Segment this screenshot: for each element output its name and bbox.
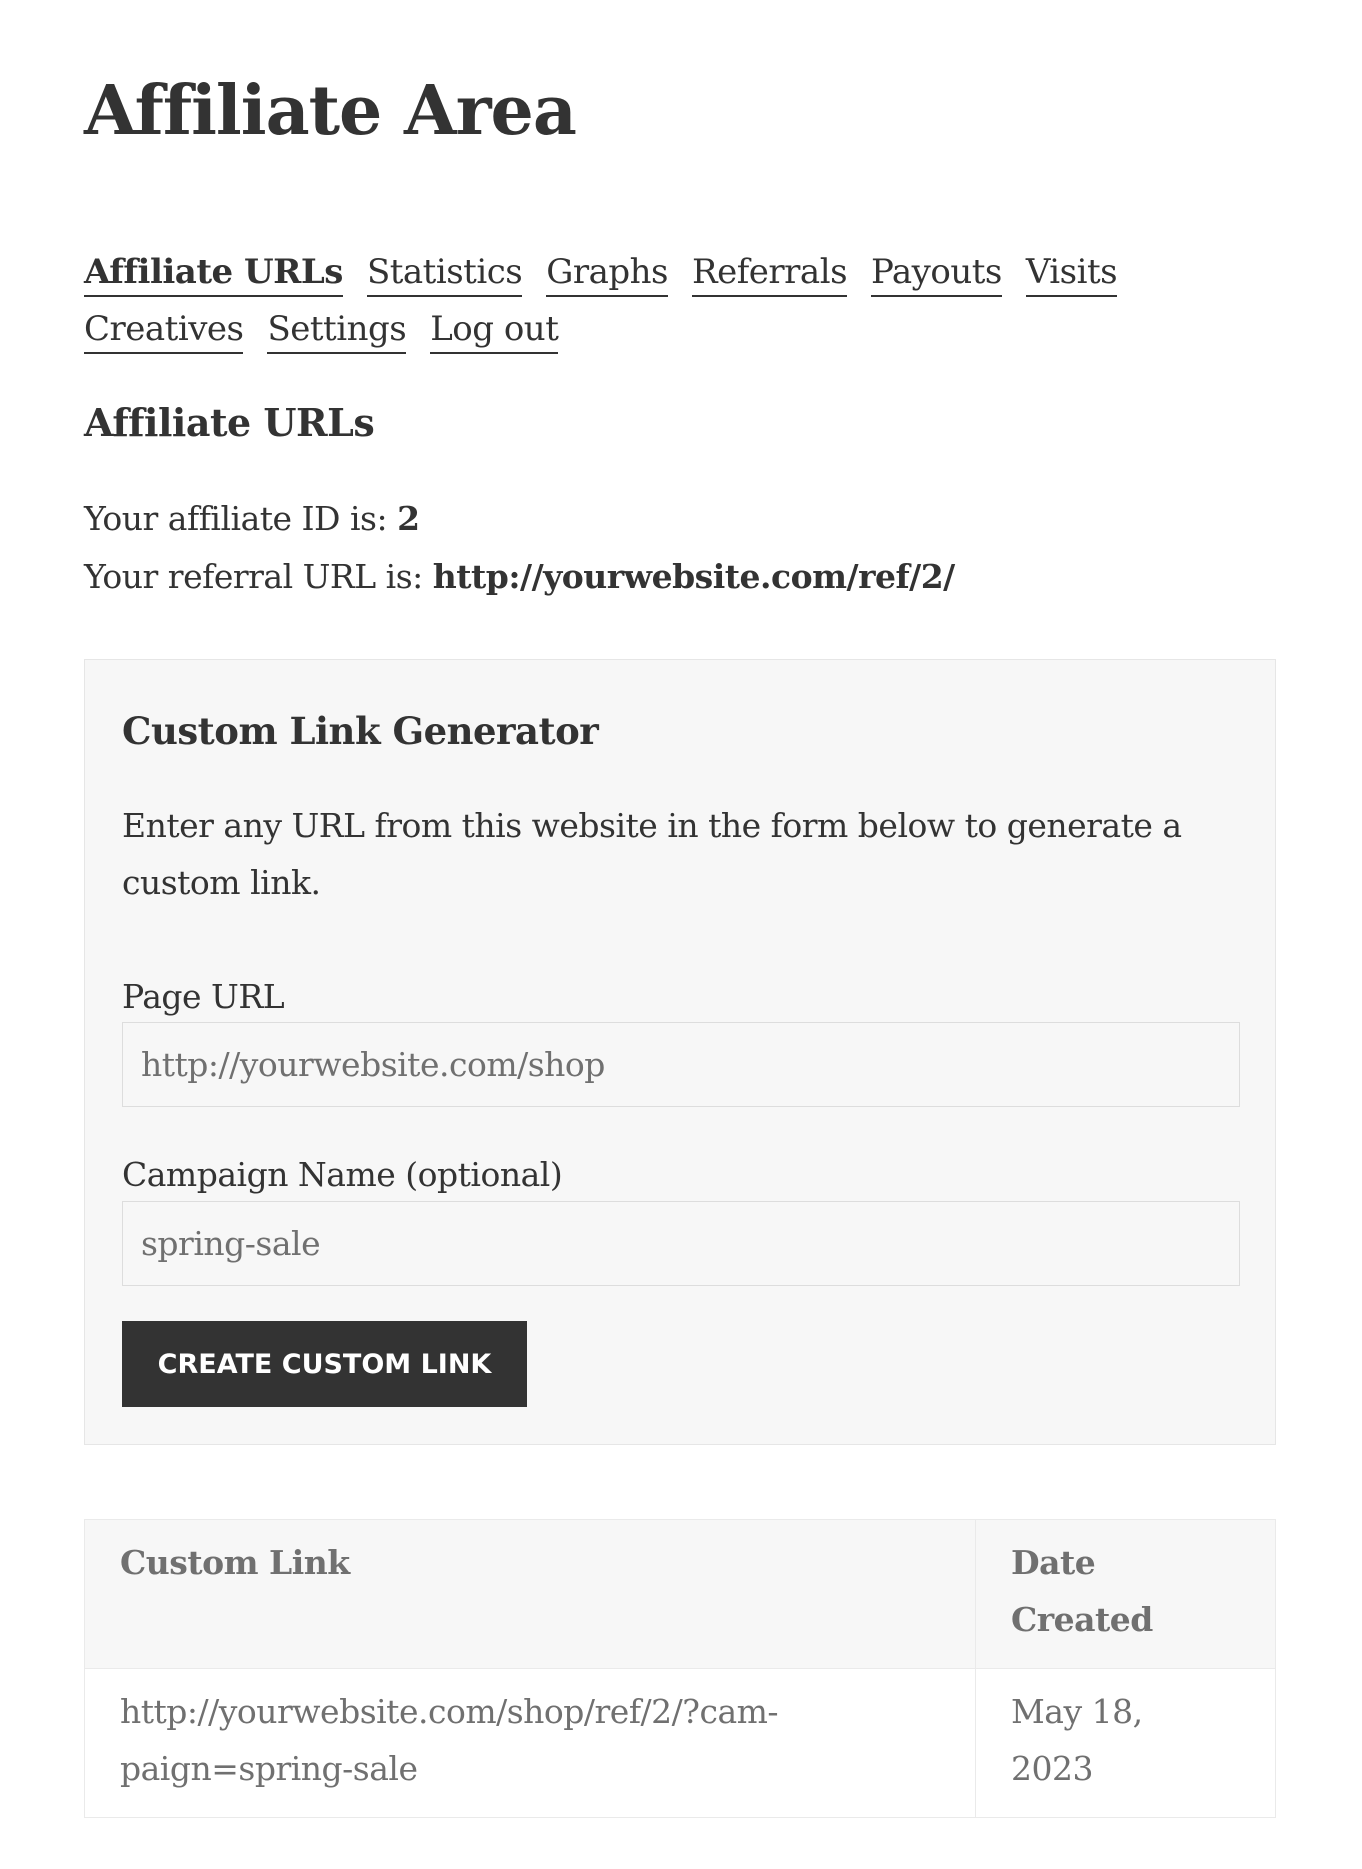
nav-tab-settings[interactable]: Settings bbox=[267, 307, 407, 354]
generator-title: Custom Link Generator bbox=[122, 709, 599, 753]
table-header-row: Custom Link Date Created bbox=[84, 1519, 1276, 1669]
campaign-name-label: Campaign Name (optional) bbox=[122, 1155, 563, 1194]
page-url-input[interactable] bbox=[122, 1022, 1240, 1107]
campaign-name-input[interactable] bbox=[122, 1201, 1240, 1286]
nav-tab-referrals[interactable]: Referrals bbox=[692, 250, 848, 297]
referral-url-value: http://yourwebsite.com/ref/2/ bbox=[432, 557, 955, 596]
nav-tab-affiliate-urls[interactable]: Affiliate URLs bbox=[84, 250, 343, 297]
custom-link-generator-panel: Custom Link Generator Enter any URL from… bbox=[84, 659, 1276, 1445]
affiliate-info: Your affiliate ID is: 2 Your referral UR… bbox=[84, 490, 955, 606]
affiliate-id-value: 2 bbox=[397, 499, 420, 538]
nav-logout-link[interactable]: Log out bbox=[430, 307, 559, 354]
page-url-label: Page URL bbox=[122, 977, 285, 1016]
date-created-header-text: Date Created bbox=[1011, 1543, 1153, 1639]
affiliate-nav: Affiliate URLs Statistics Graphs Referrals P… bbox=[84, 244, 1284, 358]
nav-tab-visits[interactable]: Visits bbox=[1025, 250, 1118, 297]
page-title: Affiliate Area bbox=[84, 71, 577, 151]
nav-tab-payouts[interactable]: Payouts bbox=[871, 250, 1002, 297]
nav-tab-creatives[interactable]: Creatives bbox=[84, 307, 244, 354]
affiliate-id-label: Your affiliate ID is: bbox=[84, 499, 398, 538]
referral-url-label: Your referral URL is: bbox=[84, 557, 433, 596]
custom-link-value[interactable]: http://yourwebsite.com/shop/ref/2/?cam­p… bbox=[120, 1683, 940, 1797]
column-header-date-created: Date Created bbox=[975, 1519, 1276, 1669]
nav-tab-statistics[interactable]: Statistics bbox=[366, 250, 523, 297]
column-header-custom-link: Custom Link bbox=[84, 1519, 976, 1669]
custom-link-cell: http://yourwebsite.com/shop/ref/2/?cam­p… bbox=[84, 1668, 976, 1818]
affiliate-id-line: Your affiliate ID is: 2 bbox=[84, 490, 955, 548]
referral-url-line: Your referral URL is: http://yourwebsite… bbox=[84, 548, 955, 606]
create-custom-link-button[interactable]: Create Custom Link bbox=[122, 1321, 527, 1407]
section-title: Affiliate URLs bbox=[84, 400, 375, 445]
table-row: http://yourwebsite.com/shop/ref/2/?cam­p… bbox=[84, 1668, 1276, 1818]
date-created-value: May 18, 2023 bbox=[1011, 1692, 1143, 1788]
custom-links-table: Custom Link Date Created http://yourwebs… bbox=[84, 1519, 1276, 1818]
date-created-cell: May 18, 2023 bbox=[975, 1668, 1276, 1818]
generator-description: Enter any URL from this website in the f… bbox=[122, 806, 1182, 902]
nav-row-1: Affiliate URLs Statistics Graphs Referrals P… bbox=[84, 244, 1284, 301]
nav-tab-graphs[interactable]: Graphs bbox=[546, 250, 668, 297]
nav-row-2: Creatives Settings Log out bbox=[84, 301, 1284, 358]
